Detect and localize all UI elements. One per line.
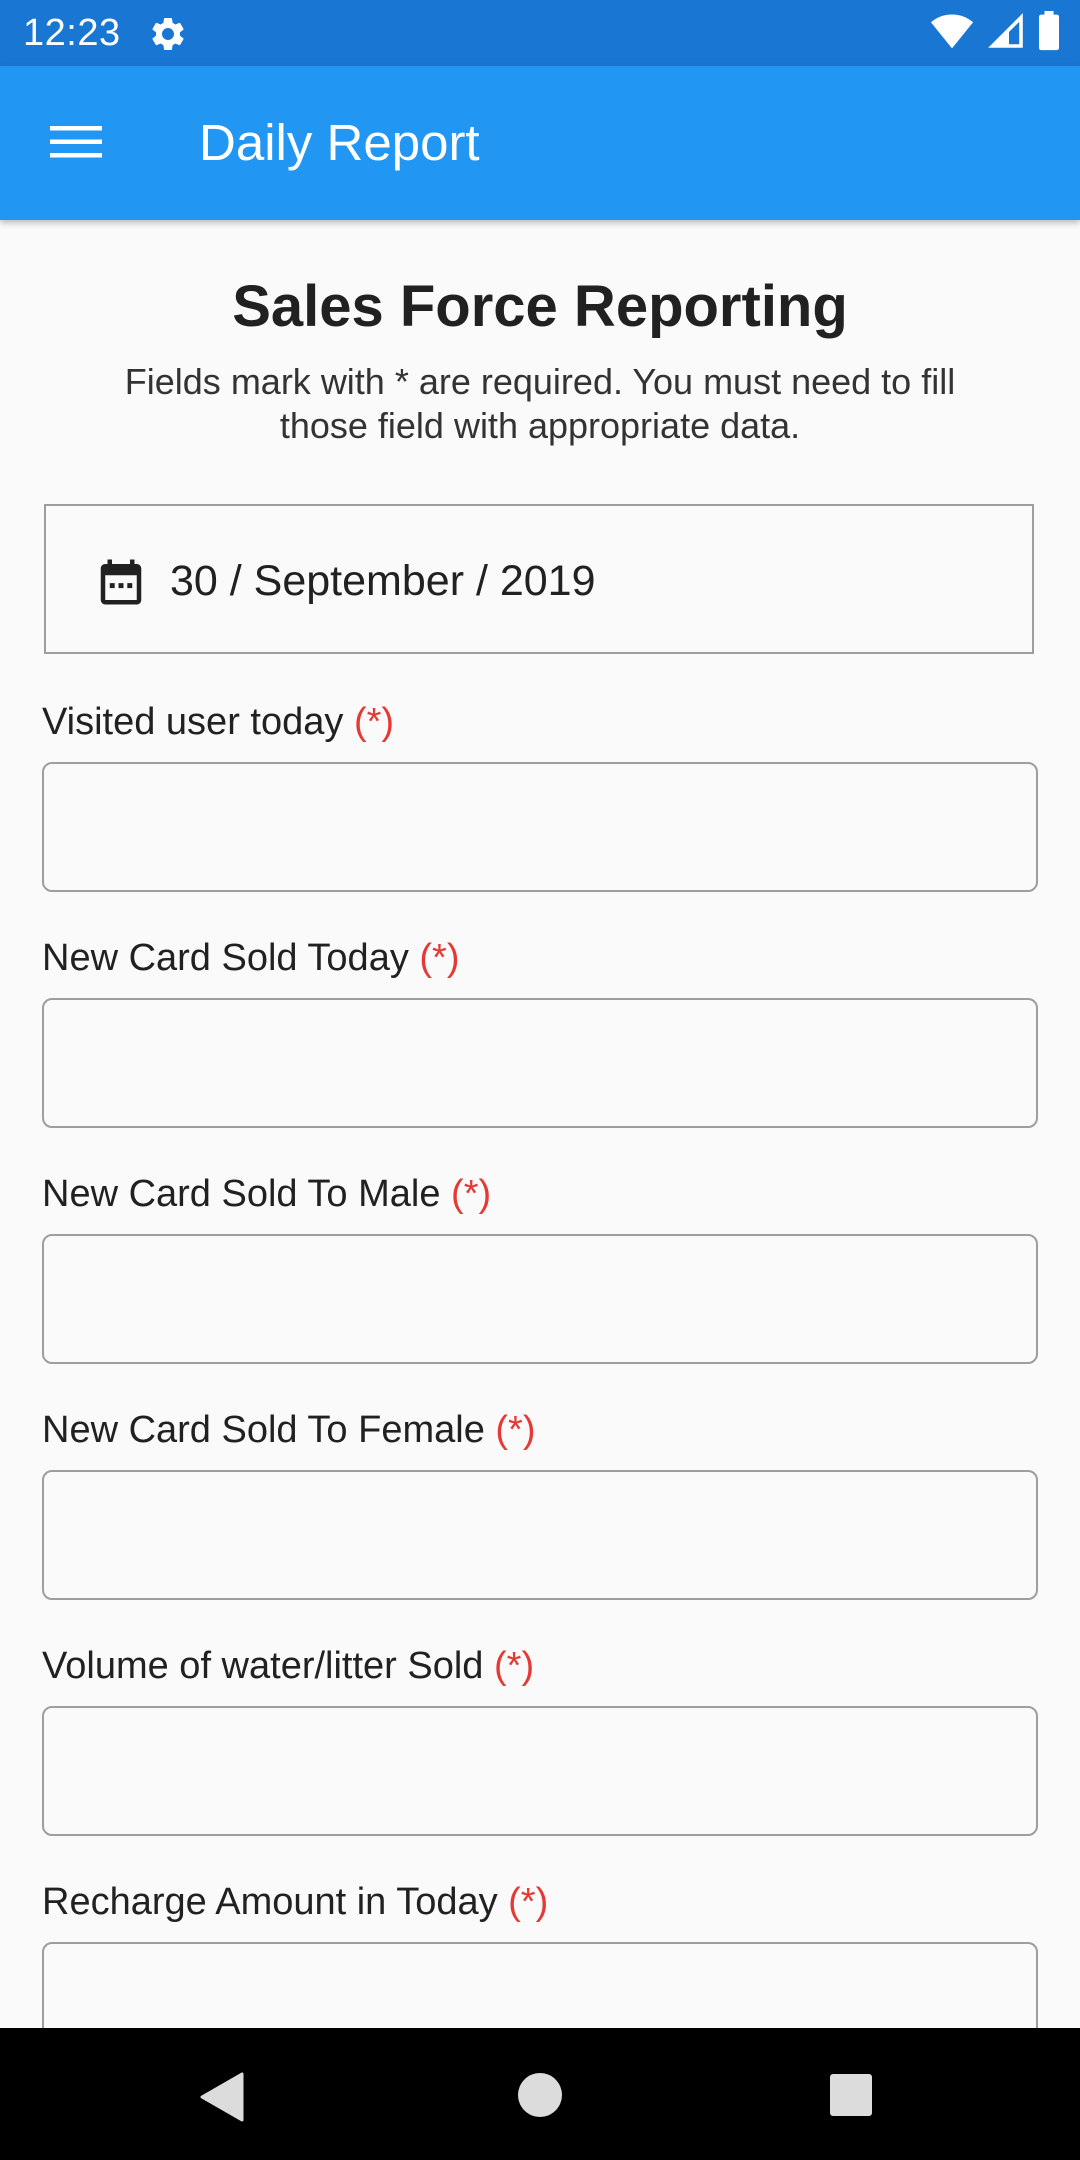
required-marker: (*) (495, 1409, 536, 1451)
form-heading: Sales Force Reporting (232, 274, 848, 339)
required-marker: (*) (494, 1645, 535, 1687)
form-instructions: Fields mark with * are required. You mus… (124, 361, 956, 446)
app-title: Daily Report (199, 114, 480, 171)
new-card-sold-today-label: New Card Sold Today (*) (42, 934, 460, 982)
field-label-text: Volume of water/litter Sold (42, 1645, 484, 1687)
home-circle-icon[interactable] (518, 2073, 562, 2117)
new-card-sold-male-input[interactable] (42, 1234, 1038, 1364)
status-time: 12:23 (23, 12, 121, 54)
hamburger-menu-icon (50, 124, 102, 165)
water-volume-sold-input[interactable] (42, 1706, 1038, 1836)
screen: 12:23 Daily Report Sales Force Reporting… (0, 0, 1080, 2160)
field-label-text: Recharge Amount in Today (42, 1881, 498, 1923)
wifi-icon (930, 12, 974, 55)
visited-user-input[interactable] (42, 762, 1038, 892)
battery-icon (1038, 10, 1060, 56)
settings-gear-icon (148, 14, 188, 54)
status-icons (930, 10, 1060, 56)
calendar-icon (94, 553, 148, 611)
required-marker: (*) (353, 701, 395, 743)
form-content[interactable]: Sales Force Reporting Fields mark with *… (0, 220, 1080, 2028)
required-marker: (*) (419, 937, 460, 979)
new-card-sold-today-input[interactable] (42, 998, 1038, 1128)
app-bar: Daily Report (0, 66, 1080, 220)
date-picker-field[interactable]: 30 / September / 2019 (44, 504, 1034, 654)
date-value: 30 / September / 2019 (170, 557, 596, 605)
menu-button[interactable] (36, 109, 116, 179)
new-card-sold-female-input[interactable] (42, 1470, 1038, 1600)
required-marker: (*) (451, 1173, 492, 1215)
water-volume-sold-label: Volume of water/litter Sold (*) (42, 1642, 534, 1690)
recharge-amount-input[interactable] (42, 1942, 1038, 2028)
visited-user-label: Visited user today (*) (42, 698, 394, 746)
recharge-amount-label: Recharge Amount in Today (*) (42, 1878, 548, 1926)
status-bar: 12:23 (0, 0, 1080, 66)
field-label-text: Visited user today (42, 701, 344, 743)
new-card-sold-female-label: New Card Sold To Female (*) (42, 1406, 536, 1454)
back-triangle-icon[interactable] (198, 2072, 244, 2122)
recents-square-icon[interactable] (830, 2074, 872, 2116)
field-label-text: New Card Sold To Male (42, 1173, 441, 1215)
field-label-text: New Card Sold To Female (42, 1409, 485, 1451)
new-card-sold-male-label: New Card Sold To Male (*) (42, 1170, 491, 1218)
required-marker: (*) (508, 1881, 549, 1923)
field-label-text: New Card Sold Today (42, 937, 409, 979)
cell-signal-icon (988, 12, 1024, 54)
system-nav-bar (0, 2028, 1080, 2160)
